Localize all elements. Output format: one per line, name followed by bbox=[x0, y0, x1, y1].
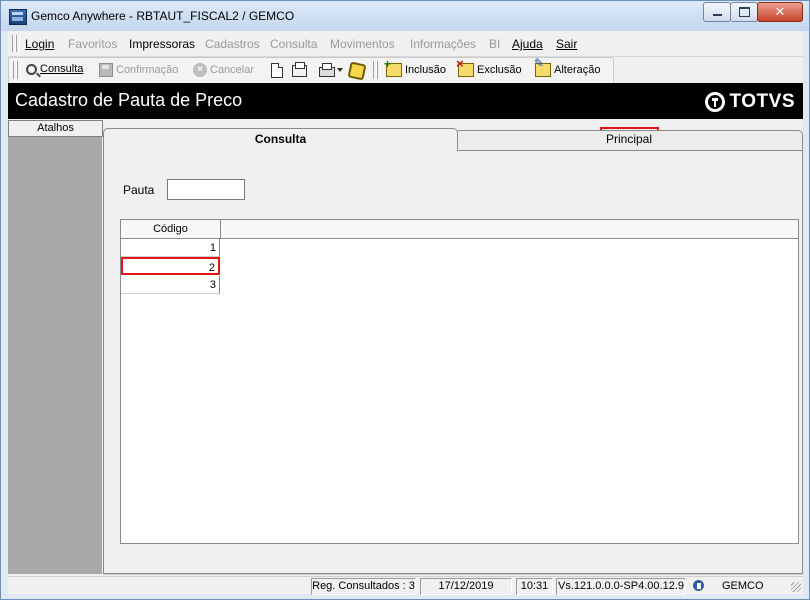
close-icon: ✕ bbox=[774, 4, 786, 20]
settings-button[interactable] bbox=[347, 61, 367, 81]
shortcuts-sidebar: Atalhos bbox=[8, 120, 103, 574]
totvs-logo-icon bbox=[704, 92, 725, 112]
close-button[interactable]: ✕ bbox=[757, 2, 803, 22]
edit-icon bbox=[534, 56, 551, 77]
minimize-icon bbox=[712, 14, 722, 16]
cancel-icon: × bbox=[193, 63, 207, 77]
folder-icon bbox=[292, 62, 307, 77]
totvs-logo-text: TOTVS bbox=[729, 91, 795, 112]
menu-informacoes[interactable]: Informações bbox=[410, 37, 476, 51]
menu-bi[interactable]: BI bbox=[489, 37, 500, 51]
add-icon bbox=[384, 57, 402, 77]
menu-login[interactable]: Login bbox=[25, 37, 54, 51]
search-icon bbox=[26, 63, 37, 75]
toolbar-grip bbox=[17, 61, 21, 79]
status-company: GEMCO bbox=[722, 580, 764, 592]
table-row-selected[interactable]: 2 bbox=[121, 257, 220, 275]
minimize-button[interactable] bbox=[703, 2, 731, 22]
sidebar-header-atalhos[interactable]: Atalhos bbox=[8, 120, 103, 137]
results-grid: Código 1 2 3 bbox=[120, 219, 799, 544]
alteracao-button[interactable]: Alteração bbox=[534, 56, 600, 77]
gear-icon bbox=[347, 61, 367, 81]
exclusao-button[interactable]: Exclusão bbox=[456, 56, 522, 77]
print-button[interactable] bbox=[319, 63, 343, 77]
menu-sair[interactable]: Sair bbox=[556, 37, 577, 51]
window-title: Gemco Anywhere - RBTAUT_FISCAL2 / GEMCO bbox=[31, 9, 295, 23]
chevron-down-icon bbox=[337, 68, 343, 72]
cancelar-button[interactable]: × Cancelar bbox=[193, 63, 254, 77]
status-version: Vs.121.0.0.0-SP4.00.12.9 bbox=[556, 578, 686, 595]
menu-impressoras[interactable]: Impressoras bbox=[129, 37, 195, 51]
menu-ajuda[interactable]: Ajuda bbox=[512, 37, 543, 51]
menu-grip bbox=[16, 35, 20, 52]
menu-cadastros[interactable]: Cadastros bbox=[205, 37, 260, 51]
resize-grip[interactable] bbox=[791, 582, 801, 592]
printer-icon bbox=[319, 63, 335, 77]
inclusao-button[interactable]: Inclusão bbox=[384, 57, 446, 77]
client-area: Login Favoritos Impressoras Cadastros Co… bbox=[8, 31, 803, 595]
save-icon bbox=[99, 63, 113, 77]
screen-banner: Cadastro de Pauta de Preco TOTVS bbox=[8, 83, 803, 119]
tab-consulta[interactable]: Consulta bbox=[103, 128, 458, 151]
maximize-button[interactable] bbox=[730, 2, 758, 22]
new-document-button[interactable] bbox=[271, 63, 283, 78]
menu-bar: Login Favoritos Impressoras Cadastros Co… bbox=[8, 31, 803, 57]
toolbar-separator bbox=[377, 61, 381, 79]
status-time: 10:31 bbox=[516, 578, 553, 595]
title-bar[interactable]: Gemco Anywhere - RBTAUT_FISCAL2 / GEMCO … bbox=[1, 1, 809, 31]
table-row[interactable]: 1 bbox=[121, 239, 220, 257]
maximize-icon bbox=[738, 7, 750, 17]
menu-movimentos[interactable]: Movimentos bbox=[330, 37, 395, 51]
column-header-codigo[interactable]: Código bbox=[121, 220, 221, 238]
app-window: Gemco Anywhere - RBTAUT_FISCAL2 / GEMCO … bbox=[0, 0, 810, 600]
connection-icon bbox=[691, 579, 706, 592]
new-document-icon bbox=[271, 63, 283, 78]
tab-principal[interactable]: Principal bbox=[455, 130, 803, 151]
status-reg-consultados: Reg. Consultados : 3 bbox=[311, 578, 416, 595]
delete-icon bbox=[456, 56, 474, 77]
grid-header: Código bbox=[121, 220, 798, 239]
open-folder-button[interactable] bbox=[292, 62, 307, 77]
pauta-label: Pauta bbox=[123, 183, 155, 197]
pauta-input[interactable] bbox=[167, 179, 245, 200]
consulta-button[interactable]: Consulta bbox=[26, 63, 83, 75]
totvs-logo: TOTVS bbox=[704, 90, 796, 114]
page-title: Cadastro de Pauta de Preco bbox=[15, 90, 243, 110]
confirmacao-button[interactable]: Confirmação bbox=[99, 63, 178, 77]
main-content: Consulta Principal Pauta Código 1 2 3 bbox=[103, 120, 803, 574]
menu-consulta[interactable]: Consulta bbox=[270, 37, 317, 51]
table-row[interactable]: 3 bbox=[121, 276, 220, 294]
toolbar: Consulta Confirmação × Cancelar + Inclus… bbox=[8, 56, 614, 84]
menu-favoritos[interactable]: Favoritos bbox=[68, 37, 117, 51]
status-bar: Reg. Consultados : 3 17/12/2019 10:31 Vs… bbox=[8, 576, 803, 595]
gemco-app-icon bbox=[9, 9, 27, 25]
status-date: 17/12/2019 bbox=[420, 578, 512, 595]
